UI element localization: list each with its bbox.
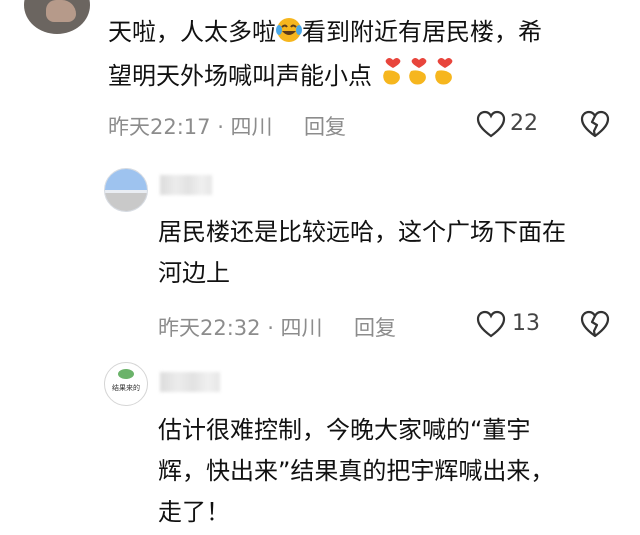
comment-text: 居民楼还是比较远哈，这个广场下面在 河边上 — [158, 218, 566, 287]
like-heart-icon[interactable] — [476, 110, 506, 138]
finger-heart-icon — [432, 57, 458, 100]
finger-heart-icon — [406, 57, 432, 100]
username[interactable] — [160, 372, 220, 392]
comment-timestamp: 昨天22:17 · 四川 — [108, 115, 273, 139]
like-heart-icon[interactable] — [476, 310, 506, 338]
comment-timestamp: 昨天22:32 · 四川 — [158, 316, 323, 340]
comment-text: 估计很难控制，今晚大家喊的“董宇 辉，快出来”结果真的把宇辉喊出来， 走了！ — [158, 416, 555, 526]
reply-button[interactable]: 回复 — [354, 312, 396, 342]
dislike-broken-heart-icon[interactable] — [580, 310, 610, 338]
like-count: 13 — [512, 311, 540, 336]
like-count: 22 — [510, 111, 538, 136]
dislike-broken-heart-icon[interactable] — [580, 110, 610, 138]
user-avatar[interactable] — [24, 0, 90, 34]
face-with-tears-of-joy-icon — [276, 15, 302, 56]
user-avatar[interactable] — [104, 168, 148, 212]
finger-heart-icon — [380, 57, 406, 100]
username[interactable] — [160, 175, 212, 195]
comment-text: 天啦，人太多啦 看到附近有居民楼，希 望明天外场喊叫声能小点 — [108, 12, 628, 100]
user-avatar[interactable]: 结果来的 — [104, 362, 148, 406]
reply-button[interactable]: 回复 — [304, 111, 346, 141]
